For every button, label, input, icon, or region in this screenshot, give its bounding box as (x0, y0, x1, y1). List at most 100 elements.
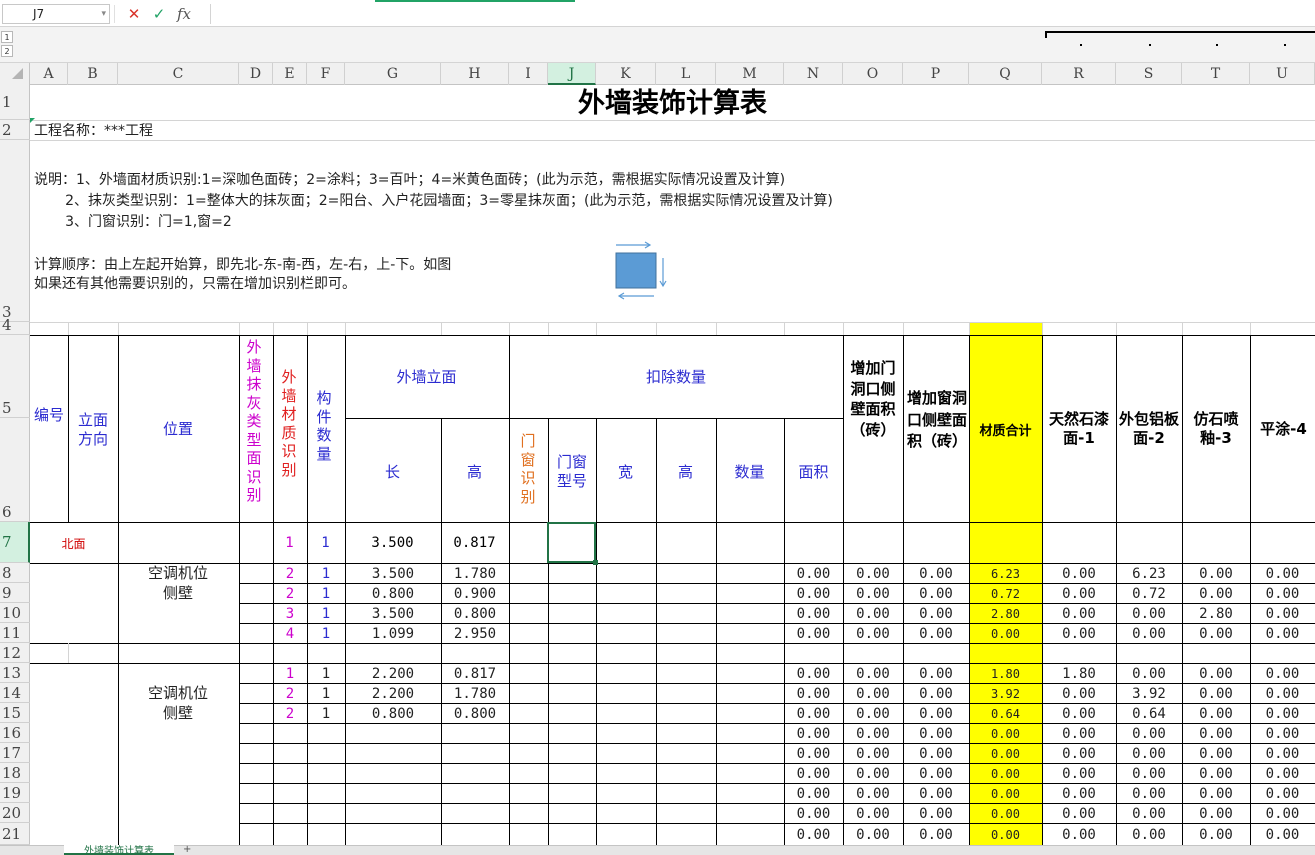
cell-s[interactable]: 6.23 (1116, 563, 1182, 583)
cell-add-win[interactable]: 0.00 (903, 743, 969, 763)
cell-u[interactable]: 0.00 (1250, 583, 1315, 603)
cell-add-win[interactable]: 0.00 (903, 823, 969, 845)
formula-input[interactable] (210, 4, 1315, 24)
header-position[interactable]: 位置 (118, 420, 238, 439)
cell-total[interactable]: 3.92 (969, 683, 1042, 703)
cell-add-win[interactable]: 0.00 (903, 563, 969, 583)
cell-s[interactable] (1116, 643, 1182, 663)
cell-count[interactable]: 1 (307, 683, 345, 703)
cell-height[interactable] (441, 783, 509, 803)
cell-add-door[interactable]: 0.00 (843, 703, 903, 723)
cell-total[interactable]: 0.00 (969, 823, 1042, 845)
cell-t[interactable]: 0.00 (1182, 583, 1250, 603)
cell-t[interactable]: 0.00 (1182, 783, 1250, 803)
cell-count[interactable] (307, 723, 345, 743)
cell-area[interactable]: 0.00 (784, 683, 843, 703)
cell-r[interactable]: 0.00 (1042, 623, 1116, 643)
cell-add-door[interactable]: 0.00 (843, 603, 903, 623)
cell-u[interactable]: 0.00 (1250, 743, 1315, 763)
cell-count[interactable] (307, 763, 345, 783)
row-header-10[interactable]: 10 (0, 603, 30, 623)
cell-material[interactable]: 2 (273, 703, 307, 723)
cell-total[interactable]: 0.72 (969, 583, 1042, 603)
cell-total[interactable]: 0.64 (969, 703, 1042, 723)
column-header-s[interactable]: S (1116, 63, 1182, 85)
cell-count[interactable] (307, 743, 345, 763)
cell-u[interactable]: 0.00 (1250, 723, 1315, 743)
column-header-i[interactable]: I (509, 63, 548, 85)
row-header-16[interactable]: 16 (0, 723, 30, 743)
header-material[interactable]: 外墙材质识别 (279, 368, 299, 479)
cell-add-win[interactable]: 0.00 (903, 703, 969, 723)
cell-s[interactable]: 0.00 (1116, 783, 1182, 803)
cell-total[interactable]: 0.00 (969, 723, 1042, 743)
cell-material[interactable]: 1 (273, 663, 307, 683)
column-header-h[interactable]: H (441, 63, 509, 85)
cell-r[interactable] (1042, 643, 1116, 663)
cell-u[interactable]: 0.00 (1250, 803, 1315, 823)
cell-add-win[interactable]: 0.00 (903, 783, 969, 803)
header-faux-stone[interactable]: 仿石喷釉-3 (1184, 410, 1248, 448)
sheet-tab[interactable]: 外墙装饰计算表 (64, 845, 174, 855)
cell-length[interactable] (345, 763, 441, 783)
row-header-12[interactable]: 12 (0, 643, 30, 663)
cell-count[interactable] (307, 803, 345, 823)
cell-add-win[interactable]: 0.00 (903, 803, 969, 823)
cell-r[interactable]: 0.00 (1042, 723, 1116, 743)
cell-s[interactable]: 0.00 (1116, 603, 1182, 623)
cell-length[interactable]: 2.200 (345, 663, 441, 683)
cell-t[interactable]: 2.80 (1182, 603, 1250, 623)
row-header-19[interactable]: 19 (0, 783, 30, 803)
cell-total[interactable]: 0.00 (969, 623, 1042, 643)
column-header-e[interactable]: E (273, 63, 307, 85)
fill-handle[interactable] (593, 560, 598, 565)
cell-count[interactable]: 1 (307, 703, 345, 723)
cell-total[interactable] (969, 643, 1042, 663)
cell-add-win[interactable]: 0.00 (903, 603, 969, 623)
cell-t[interactable]: 0.00 (1182, 763, 1250, 783)
cell-material[interactable]: 2 (273, 563, 307, 583)
row-header-7[interactable]: 7 (0, 522, 30, 563)
row-header-6[interactable]: 6 (0, 418, 30, 522)
group2-label-2[interactable]: 侧壁 (118, 703, 238, 723)
column-header-f[interactable]: F (307, 63, 345, 85)
cell-s[interactable]: 0.00 (1116, 663, 1182, 683)
cell-height[interactable]: 0.900 (441, 583, 509, 603)
cell-height[interactable] (441, 643, 509, 663)
cell-material[interactable] (273, 823, 307, 845)
order-note-2[interactable]: 如果还有其他需要识别的，只需在增加识别栏即可。 (34, 275, 356, 294)
cell-material[interactable] (273, 763, 307, 783)
cell-length[interactable]: 2.200 (345, 683, 441, 703)
cell-add-door[interactable]: 0.00 (843, 683, 903, 703)
row-header-8[interactable]: 8 (0, 563, 30, 583)
cell-u[interactable]: 0.00 (1250, 603, 1315, 623)
cell-material[interactable]: 3 (273, 603, 307, 623)
row-header-4[interactable]: 4 (0, 316, 30, 335)
cell-t[interactable]: 0.00 (1182, 743, 1250, 763)
cell-r[interactable]: 0.00 (1042, 603, 1116, 623)
row-header-9[interactable]: 9 (0, 583, 30, 603)
cell-total[interactable]: 0.00 (969, 783, 1042, 803)
cell-count[interactable]: 1 (307, 583, 345, 603)
header-add-door-side[interactable]: 增加门洞口侧壁面积（砖） (850, 358, 896, 440)
cell-count[interactable] (307, 783, 345, 803)
header-no[interactable]: 编号 (33, 406, 65, 425)
cell-count[interactable]: 1 (307, 623, 345, 643)
cell-r[interactable]: 0.00 (1042, 703, 1116, 723)
cell-count[interactable]: 1 (307, 535, 344, 551)
cell-length[interactable] (345, 803, 441, 823)
header-aluminum[interactable]: 外包铝板面-2 (1118, 410, 1180, 448)
cell-length[interactable]: 3.500 (345, 535, 440, 551)
cell-t[interactable]: 0.00 (1182, 623, 1250, 643)
cell-add-door[interactable]: 0.00 (843, 723, 903, 743)
cell-add-win[interactable]: 0.00 (903, 723, 969, 743)
notes-line-2[interactable]: 2、抹灰类型识别：1=整体大的抹灰面；2=阳台、入户花园墙面；3=零星抹灰面；(… (34, 191, 833, 212)
cell-total[interactable]: 6.23 (969, 563, 1042, 583)
cell-material[interactable] (273, 743, 307, 763)
cell-length[interactable]: 1.099 (345, 623, 441, 643)
cell-count[interactable]: 1 (307, 603, 345, 623)
cell-height[interactable]: 1.780 (441, 683, 509, 703)
insert-function-icon[interactable]: fx (174, 4, 194, 24)
outline-level-2-button[interactable]: 2 (1, 45, 13, 57)
column-header-b[interactable]: B (68, 63, 118, 85)
